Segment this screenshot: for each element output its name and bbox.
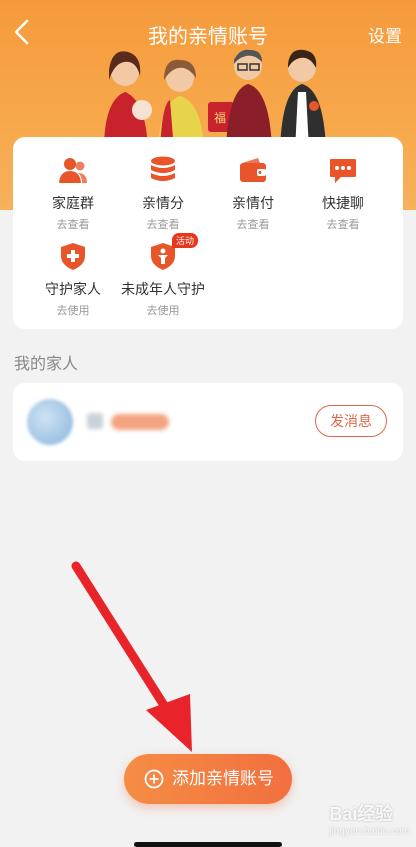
page-title: 我的亲情账号 <box>148 26 268 48</box>
watermark: Bai经验 jingyan.baidu.com <box>329 800 410 837</box>
feature-sub: 去使用 <box>146 305 180 317</box>
member-tag-blurred <box>111 414 169 430</box>
feature-sub: 去查看 <box>236 219 270 231</box>
family-member-row[interactable]: 发消息 <box>13 383 403 461</box>
watermark-url: jingyan.baidu.com <box>329 826 410 837</box>
points-stack-icon <box>151 156 175 181</box>
annotation-arrow-icon <box>71 561 192 752</box>
section-title-family: 我的家人 <box>14 356 79 373</box>
plus-circle-icon <box>144 769 164 789</box>
feature-sub: 去查看 <box>56 219 90 231</box>
feature-label: 家庭群 <box>52 195 94 211</box>
activity-badge: 活动 <box>172 233 199 248</box>
family-illustration: 福 <box>104 49 326 150</box>
family-group-icon <box>59 158 87 183</box>
shield-plus-icon <box>61 243 85 270</box>
feature-sub: 去查看 <box>326 219 360 231</box>
feature-label: 亲情付 <box>232 195 274 211</box>
avatar <box>27 399 73 445</box>
feature-family-group[interactable]: 家庭群 去查看 <box>28 155 118 232</box>
feature-guard-family[interactable]: 守护家人 去使用 <box>28 241 118 318</box>
add-button-label: 添加亲情账号 <box>172 769 274 788</box>
chat-bubble-icon <box>330 159 356 183</box>
feature-sub: 去使用 <box>56 305 90 317</box>
home-indicator <box>134 842 282 847</box>
feature-label: 亲情分 <box>142 195 184 211</box>
feature-sub: 去查看 <box>146 219 180 231</box>
feature-label: 守护家人 <box>45 281 101 297</box>
feature-label: 快捷聊 <box>322 195 364 211</box>
add-family-account-button[interactable]: 添加亲情账号 <box>124 754 292 804</box>
wallet-icon <box>240 158 266 182</box>
features-card: 家庭群 去查看 亲情分 去查看 亲情付 去查看 快捷聊 去查看 守护家人 去使用… <box>13 137 403 329</box>
feature-label: 未成年人守护 <box>121 281 205 297</box>
member-name-blurred <box>87 413 103 429</box>
watermark-brand: Bai经验 <box>329 804 394 824</box>
svg-text:福: 福 <box>214 110 226 125</box>
feature-family-points[interactable]: 亲情分 去查看 <box>118 155 208 232</box>
feature-minor-guard[interactable]: 活动 未成年人守护 去使用 <box>118 233 208 318</box>
feature-quick-chat[interactable]: 快捷聊 去查看 <box>298 155 388 232</box>
feature-family-pay[interactable]: 亲情付 去查看 <box>208 155 298 232</box>
settings-button[interactable]: 设置 <box>368 22 402 47</box>
send-message-button[interactable]: 发消息 <box>315 405 387 437</box>
